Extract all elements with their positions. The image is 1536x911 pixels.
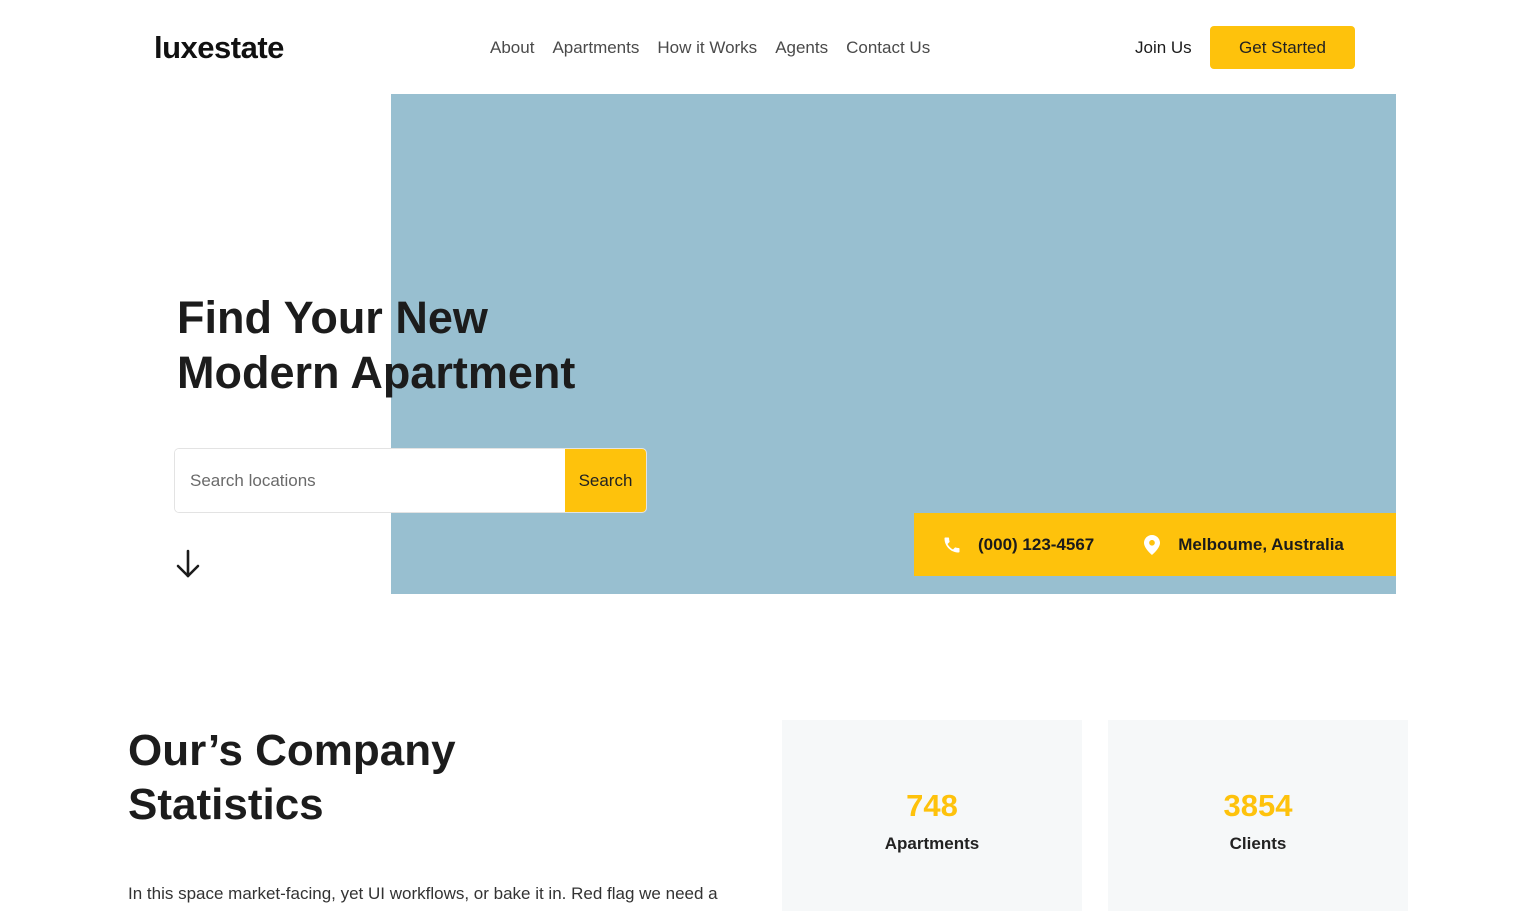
nav-about[interactable]: About bbox=[490, 38, 534, 58]
stat-card-apartments: 748 Apartments bbox=[782, 720, 1082, 911]
stat-label: Apartments bbox=[884, 834, 980, 853]
main-nav: About Apartments How it Works Agents Con… bbox=[490, 38, 930, 58]
search-button[interactable]: Search bbox=[565, 449, 646, 512]
location-text: Melboume, Australia bbox=[1178, 534, 1344, 554]
contact-phone[interactable]: (000) 123-4567 bbox=[942, 535, 1094, 555]
get-started-button[interactable]: Get Started bbox=[1210, 26, 1355, 69]
nav-agents[interactable]: Agents bbox=[775, 38, 828, 58]
phone-icon bbox=[942, 535, 962, 555]
stats-title-line-2: Statistics bbox=[128, 780, 324, 829]
stats-description: In this space market-facing, yet UI work… bbox=[128, 884, 718, 903]
contact-location[interactable]: Melboume, Australia bbox=[1144, 534, 1344, 555]
stats-title: Our’s Company Statistics bbox=[128, 724, 456, 832]
stats-title-line-1: Our’s Company bbox=[128, 726, 456, 775]
nav-how-it-works[interactable]: How it Works bbox=[657, 38, 757, 58]
arrow-down-icon[interactable] bbox=[175, 548, 201, 580]
search-bar: Search bbox=[175, 449, 646, 512]
hero-title-line-1: Find Your New bbox=[177, 292, 488, 343]
stat-value: 748 bbox=[906, 788, 958, 823]
nav-apartments[interactable]: Apartments bbox=[552, 38, 639, 58]
stat-value: 3854 bbox=[1223, 788, 1293, 823]
hero-title-line-2: Modern Apartment bbox=[177, 347, 576, 398]
stat-card-clients: 3854 Clients bbox=[1108, 720, 1408, 911]
search-input[interactable] bbox=[175, 449, 565, 512]
contact-bar: (000) 123-4567 Melboume, Australia bbox=[914, 513, 1396, 576]
location-pin-icon bbox=[1144, 534, 1161, 555]
nav-contact-us[interactable]: Contact Us bbox=[846, 38, 930, 58]
brand-logo[interactable]: luxestate bbox=[154, 30, 284, 66]
stat-label: Clients bbox=[1229, 834, 1287, 853]
hero-title: Find Your New Modern Apartment bbox=[177, 290, 575, 400]
join-us-link[interactable]: Join Us bbox=[1135, 38, 1192, 58]
phone-number: (000) 123-4567 bbox=[978, 534, 1095, 554]
